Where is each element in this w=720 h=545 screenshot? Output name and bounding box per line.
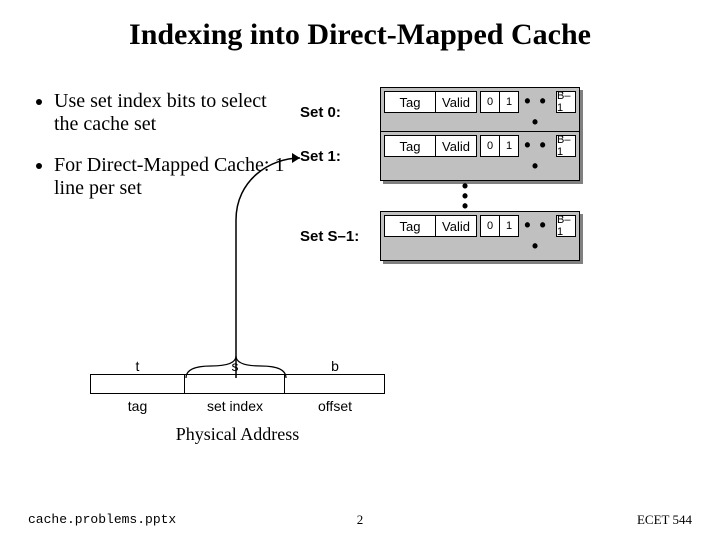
footer-filename: cache.problems.pptx: [28, 512, 176, 528]
byte-cell-1: 1: [499, 215, 519, 237]
byte-cell-last: B–1: [556, 215, 576, 237]
byte-cell-1: 1: [499, 91, 519, 113]
cache-line: Tag Valid 0 1 • • • B–1: [380, 211, 580, 261]
bullet-item: Use set index bits to select the cache s…: [54, 90, 286, 136]
field-label-offset: offset: [285, 398, 385, 414]
index-pointer-icon: [0, 0, 720, 540]
byte-cell-last: B–1: [556, 91, 576, 113]
tag-cell: Tag: [384, 215, 436, 237]
cache-sets-diagram: Set 0: Tag Valid 0 1 • • • B–1 Set 1: Ta…: [300, 95, 580, 253]
byte-cell-last: B–1: [556, 135, 576, 157]
physical-address-diagram: t s b tag set index offset Physical Addr…: [90, 358, 385, 445]
page-title: Indexing into Direct-Mapped Cache: [0, 0, 720, 52]
byte-cell-1: 1: [499, 135, 519, 157]
byte-cell-0: 0: [480, 135, 500, 157]
ellipsis-icon: • • •: [519, 215, 553, 257]
bullet-item: For Direct-Mapped Cache: 1 line per set: [54, 154, 286, 200]
valid-cell: Valid: [435, 91, 477, 113]
field-width-s: s: [185, 358, 285, 374]
byte-cell-0: 0: [480, 91, 500, 113]
set-row-last: Set S–1: Tag Valid 0 1 • • • B–1: [300, 219, 580, 253]
byte-cell-0: 0: [480, 215, 500, 237]
address-box: [90, 374, 385, 394]
tag-cell: Tag: [384, 135, 436, 157]
field-width-t: t: [90, 358, 185, 374]
cache-line: Tag Valid 0 1 • • • B–1: [380, 87, 580, 137]
set-row-1: Set 1: Tag Valid 0 1 • • • B–1: [300, 139, 580, 173]
valid-cell: Valid: [435, 215, 477, 237]
field-label-tag: tag: [90, 398, 185, 414]
field-label-setindex: set index: [185, 398, 285, 414]
set-label: Set 1:: [300, 148, 380, 165]
set-label: Set S–1:: [300, 228, 380, 245]
ellipsis-icon: • • •: [519, 91, 553, 133]
set-label: Set 0:: [300, 104, 380, 121]
footer-page: 2: [357, 512, 364, 528]
footer-course: ECET 544: [637, 512, 692, 528]
cache-line: Tag Valid 0 1 • • • B–1: [380, 131, 580, 181]
ellipsis-icon: • • •: [519, 135, 553, 177]
address-caption: Physical Address: [90, 424, 385, 445]
tag-cell: Tag: [384, 91, 436, 113]
bullet-list: Use set index bits to select the cache s…: [36, 90, 286, 218]
slide-footer: cache.problems.pptx 2 ECET 544: [0, 512, 720, 528]
set-row-0: Set 0: Tag Valid 0 1 • • • B–1: [300, 95, 580, 129]
field-width-b: b: [285, 358, 385, 374]
valid-cell: Valid: [435, 135, 477, 157]
